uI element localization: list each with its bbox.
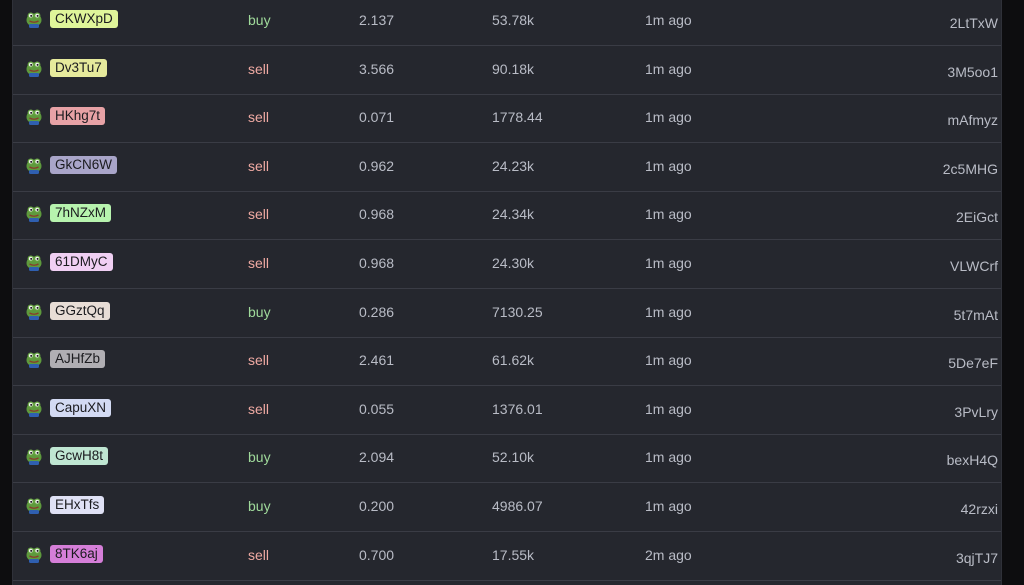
trade-side: buy bbox=[248, 449, 271, 466]
trade-amount: 2.137 bbox=[359, 12, 395, 28]
frog-icon bbox=[26, 352, 42, 369]
trade-amount: 0.700 bbox=[359, 546, 395, 563]
frog-icon bbox=[26, 158, 42, 174]
trade-value: 61.62k bbox=[492, 352, 535, 369]
trade-amount: 0.200 bbox=[359, 498, 395, 514]
maker-address-link[interactable]: 42rzxi bbox=[961, 487, 998, 535]
table-row[interactable]: AJHfZb sell 2.461 61.62k 1m ago 5De7eF bbox=[13, 338, 1001, 389]
maker-address-link[interactable]: 2c5MHG bbox=[943, 147, 998, 195]
trade-time: 1m ago bbox=[645, 303, 692, 320]
trade-time: 1m ago bbox=[645, 400, 692, 417]
maker-address-link[interactable]: 3qjTJ7 bbox=[956, 536, 998, 584]
trade-time: 1m ago bbox=[645, 109, 692, 126]
screen-background: CKWXpD buy 2.137 53.78k 1m ago 2LtTxW Dv… bbox=[0, 0, 1024, 585]
maker-address-link[interactable]: bexH4Q bbox=[947, 438, 998, 486]
trade-amount: 0.071 bbox=[359, 109, 395, 126]
trade-value: 53.78k bbox=[492, 12, 535, 28]
trade-value: 1778.44 bbox=[492, 109, 543, 126]
trade-time: 1m ago bbox=[645, 352, 692, 369]
frog-icon bbox=[26, 304, 42, 320]
token-badge[interactable]: AJHfZb bbox=[50, 350, 106, 369]
trade-side: buy bbox=[248, 303, 271, 320]
maker-address-link[interactable]: 2LtTxW bbox=[950, 1, 998, 49]
trade-amount: 0.286 bbox=[359, 303, 395, 320]
token-badge[interactable]: GGztQq bbox=[50, 301, 110, 320]
table-row[interactable]: Dv3Tu7 sell 3.566 90.18k 1m ago 3M5oo1 bbox=[13, 47, 1001, 95]
trade-side: sell bbox=[248, 546, 270, 563]
trade-value: 1376.01 bbox=[492, 400, 543, 417]
trade-value: 90.18k bbox=[492, 60, 535, 77]
trade-time: 1m ago bbox=[645, 206, 692, 223]
trade-time: 1m ago bbox=[645, 157, 692, 174]
frog-icon bbox=[26, 547, 42, 563]
trade-amount: 2.461 bbox=[359, 352, 395, 369]
trade-value: 24.34k bbox=[492, 206, 535, 223]
trade-value: 24.23k bbox=[492, 157, 535, 174]
trade-side: buy bbox=[248, 498, 271, 514]
table-row[interactable]: 8TK6aj sell 0.700 17.55k 2m ago 3qjTJ7 bbox=[13, 533, 1001, 581]
maker-address-link[interactable]: mAfmyz bbox=[947, 98, 998, 146]
table-row[interactable]: GcwH8t buy 2.094 52.10k 1m ago bexH4Q bbox=[13, 435, 1001, 486]
token-badge[interactable]: 7hNZxM bbox=[50, 204, 112, 223]
trade-amount: 0.055 bbox=[359, 400, 395, 417]
trade-time: 1m ago bbox=[645, 12, 692, 28]
trade-side: sell bbox=[248, 352, 270, 369]
trade-amount: 0.968 bbox=[359, 255, 395, 271]
trade-time: 1m ago bbox=[645, 255, 692, 271]
trade-time: 2m ago bbox=[645, 546, 692, 563]
table-row[interactable]: 61DMyC sell 0.968 24.30k 1m ago VLWCrf bbox=[13, 241, 1001, 289]
table-row[interactable]: GkCN6W sell 0.962 24.23k 1m ago 2c5MHG bbox=[13, 144, 1001, 192]
token-badge[interactable]: Dv3Tu7 bbox=[50, 58, 107, 77]
frog-icon bbox=[26, 61, 42, 77]
maker-address-link[interactable]: 2EiGct bbox=[956, 195, 998, 243]
trade-side: sell bbox=[248, 60, 270, 77]
trade-time: 1m ago bbox=[645, 498, 692, 514]
token-badge[interactable]: HKhg7t bbox=[50, 107, 106, 126]
frog-icon bbox=[26, 449, 42, 466]
token-badge[interactable]: GkCN6W bbox=[50, 155, 117, 174]
trade-side: sell bbox=[248, 206, 270, 223]
maker-address-link[interactable]: 3PvLry bbox=[954, 390, 998, 438]
trade-side: sell bbox=[248, 255, 270, 271]
trades-table: CKWXpD buy 2.137 53.78k 1m ago 2LtTxW Dv… bbox=[12, 0, 1002, 585]
frog-icon bbox=[26, 401, 42, 417]
maker-address-link[interactable]: 3M5oo1 bbox=[947, 50, 998, 98]
table-row[interactable]: HKhg7t sell 0.071 1778.44 1m ago mAfmyz bbox=[13, 95, 1001, 146]
trade-value: 17.55k bbox=[492, 546, 535, 563]
token-badge[interactable]: 61DMyC bbox=[50, 253, 113, 271]
token-badge[interactable]: 8TK6aj bbox=[50, 544, 103, 563]
table-row[interactable]: 7hNZxM sell 0.968 24.34k 1m ago 2EiGct bbox=[13, 192, 1001, 243]
trade-time: 1m ago bbox=[645, 449, 692, 466]
trade-time: 1m ago bbox=[645, 60, 692, 77]
table-row[interactable]: EHxTfs buy 0.200 4986.07 1m ago 42rzxi bbox=[13, 484, 1001, 532]
table-row[interactable]: CapuXN sell 0.055 1376.01 1m ago 3PvLry bbox=[13, 387, 1001, 435]
maker-address-link[interactable]: 5De7eF bbox=[948, 341, 998, 389]
table-row[interactable]: CKWXpD buy 2.137 53.78k 1m ago 2LtTxW bbox=[13, 0, 1001, 46]
frog-icon bbox=[26, 12, 42, 28]
trade-amount: 0.968 bbox=[359, 206, 395, 223]
trade-side: sell bbox=[248, 157, 270, 174]
trade-value: 7130.25 bbox=[492, 303, 543, 320]
maker-address-link[interactable]: 5t7mAt bbox=[954, 293, 998, 341]
token-badge[interactable]: CapuXN bbox=[50, 398, 112, 417]
trade-amount: 2.094 bbox=[359, 449, 395, 466]
frog-icon bbox=[26, 498, 42, 514]
trade-value: 24.30k bbox=[492, 255, 535, 271]
maker-address-link[interactable]: VLWCrf bbox=[950, 244, 998, 292]
table-row[interactable]: GGztQq buy 0.286 7130.25 1m ago 5t7mAt bbox=[13, 290, 1001, 338]
frog-icon bbox=[26, 255, 42, 271]
trade-value: 52.10k bbox=[492, 449, 535, 466]
token-badge[interactable]: CKWXpD bbox=[50, 10, 118, 28]
trade-side: sell bbox=[248, 109, 270, 126]
frog-icon bbox=[26, 206, 42, 223]
token-badge[interactable]: GcwH8t bbox=[50, 447, 109, 466]
trade-amount: 3.566 bbox=[359, 60, 395, 77]
trade-value: 4986.07 bbox=[492, 498, 543, 514]
trade-amount: 0.962 bbox=[359, 157, 395, 174]
trade-side: sell bbox=[248, 400, 270, 417]
token-badge[interactable]: EHxTfs bbox=[50, 496, 105, 514]
frog-icon bbox=[26, 109, 42, 126]
trade-side: buy bbox=[248, 12, 271, 28]
